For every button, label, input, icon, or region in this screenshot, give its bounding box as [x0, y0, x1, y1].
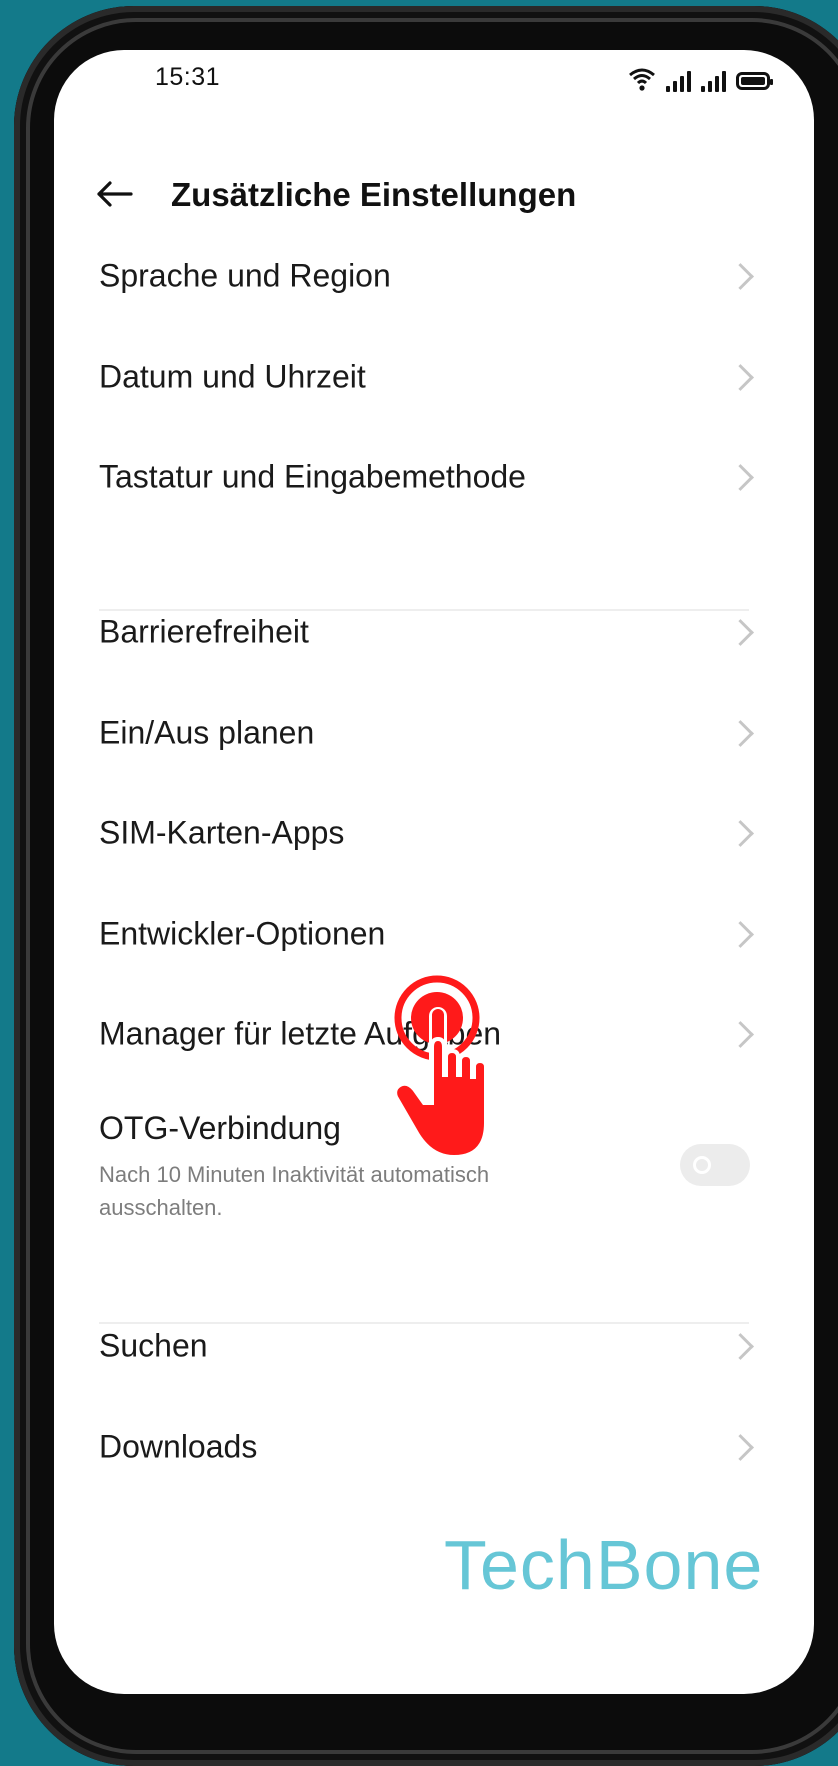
settings-item-label: Suchen: [99, 1327, 208, 1364]
chevron-right-icon: [727, 263, 754, 290]
chevron-right-icon: [727, 464, 754, 491]
settings-item-label: Entwickler-Optionen: [99, 915, 386, 952]
chevron-right-icon: [727, 820, 754, 847]
arrow-left-icon: [97, 181, 133, 207]
settings-item-label: Sprache und Region: [99, 257, 391, 294]
tap-hand-icon: [394, 975, 488, 1160]
chevron-right-icon: [727, 720, 754, 747]
signal-icon: [701, 70, 726, 92]
battery-icon: [736, 72, 773, 90]
chevron-right-icon: [727, 1021, 754, 1048]
settings-item-label: SIM-Karten-Apps: [99, 814, 345, 851]
settings-item-label: Ein/Aus planen: [99, 714, 315, 751]
chevron-right-icon: [727, 921, 754, 948]
otg-subtitle: Nach 10 Minuten Inaktivität automatisch …: [99, 1162, 490, 1220]
status-time: 15:31: [155, 63, 221, 91]
settings-item-label: Tastatur und Eingabemethode: [99, 458, 526, 495]
toggle-knob: [693, 1156, 711, 1174]
status-bar: 15:31: [54, 50, 814, 110]
header: Zusätzliche Einstellungen: [54, 160, 814, 230]
back-button[interactable]: [92, 174, 136, 214]
techbone-watermark: TechBone: [444, 1526, 764, 1604]
settings-item-label: Downloads: [99, 1428, 258, 1465]
settings-item-label: Barrierefreiheit: [99, 613, 309, 650]
settings-item-entwickler-optionen[interactable]: Entwickler-Optionen: [54, 882, 814, 986]
chevron-right-icon: [727, 1333, 754, 1360]
wifi-icon: [629, 68, 655, 91]
settings-item-sprache-und-region[interactable]: Sprache und Region: [54, 224, 814, 328]
settings-item-barrierefreiheit[interactable]: Barrierefreiheit: [54, 580, 814, 684]
otg-title: OTG-Verbindung: [99, 1110, 341, 1146]
phone-screen: 15:31 Zusätzliche Einstellungen Sprache …: [54, 50, 814, 1694]
chevron-right-icon: [727, 364, 754, 391]
settings-item-ein-aus-planen[interactable]: Ein/Aus planen: [54, 681, 814, 785]
settings-item-suchen[interactable]: Suchen: [54, 1294, 814, 1398]
otg-toggle[interactable]: [680, 1144, 750, 1186]
chevron-right-icon: [727, 1434, 754, 1461]
settings-item-sim-karten-apps[interactable]: SIM-Karten-Apps: [54, 781, 814, 885]
settings-item-datum-und-uhrzeit[interactable]: Datum und Uhrzeit: [54, 325, 814, 429]
chevron-right-icon: [727, 619, 754, 646]
status-icons: [628, 62, 773, 92]
signal-icon: [666, 70, 691, 92]
settings-item-tastatur[interactable]: Tastatur und Eingabemethode: [54, 425, 814, 529]
page-title: Zusätzliche Einstellungen: [171, 176, 577, 213]
settings-item-downloads[interactable]: Downloads: [54, 1395, 814, 1499]
settings-item-label: Datum und Uhrzeit: [99, 358, 366, 395]
